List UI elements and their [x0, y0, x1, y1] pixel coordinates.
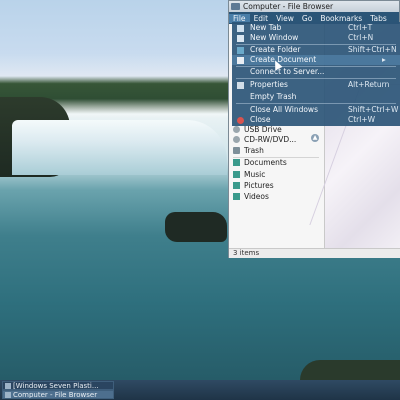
- file-menu-dropdown: New Tab Ctrl+T New Window Ctrl+N Create …: [232, 22, 400, 126]
- menu-item-label: Create Document: [250, 55, 317, 64]
- sidebar-item-label: Music: [244, 170, 266, 179]
- computer-icon: [231, 3, 240, 10]
- menu-item-new-window[interactable]: New Window Ctrl+N: [232, 33, 400, 43]
- sidebar-item-trash[interactable]: Trash: [233, 145, 264, 156]
- sidebar-item-label: Videos: [244, 192, 269, 201]
- folder-icon: [233, 171, 240, 178]
- properties-icon: [237, 81, 244, 89]
- close-icon: [237, 116, 244, 124]
- sidebar-item-label: USB Drive: [244, 125, 282, 134]
- folder-icon: [233, 182, 240, 189]
- sidebar-item-cd-drive[interactable]: CD-RW/DVD... ▲: [233, 134, 319, 145]
- bottom-panel: [Windows Seven Plasti... Computer - File…: [0, 380, 400, 400]
- menu-item-connect-to-server[interactable]: Connect to Server...: [232, 67, 400, 77]
- menu-item-accel: Alt+Return: [348, 80, 390, 89]
- sidebar-item-pictures[interactable]: Pictures: [233, 180, 274, 191]
- taskbar-item-label: [Windows Seven Plasti...: [13, 382, 99, 390]
- taskbar-item-file-browser[interactable]: Computer - File Browser: [2, 390, 114, 399]
- window-titlebar[interactable]: Computer - File Browser: [229, 1, 399, 12]
- menu-item-label: New Tab: [250, 23, 282, 32]
- taskbar-item-label: Computer - File Browser: [13, 391, 98, 399]
- new-tab-icon: [237, 24, 244, 32]
- menu-item-new-tab[interactable]: New Tab Ctrl+T: [232, 23, 400, 33]
- eject-icon[interactable]: ▲: [311, 134, 319, 142]
- menu-item-create-folder[interactable]: Create Folder Shift+Ctrl+N: [232, 45, 400, 55]
- folder-icon: [233, 159, 240, 166]
- folder-icon: [233, 193, 240, 200]
- menu-item-accel: Ctrl+W: [348, 115, 376, 124]
- menu-separator: [236, 103, 396, 104]
- wallpaper-waterfall: [12, 120, 227, 175]
- menu-item-label: Create Folder: [250, 45, 301, 54]
- menu-separator: [236, 78, 396, 79]
- menu-item-label: Connect to Server...: [250, 67, 325, 76]
- menu-item-label: Empty Trash: [250, 92, 297, 101]
- menu-item-accel: Shift+Ctrl+N: [348, 45, 397, 54]
- taskbar-item-windows-seven[interactable]: [Windows Seven Plasti...: [2, 381, 114, 390]
- sidebar-item-documents[interactable]: Documents: [233, 157, 287, 168]
- sidebar-item-label: CD-RW/DVD...: [244, 135, 297, 144]
- wallpaper-shore: [300, 360, 400, 380]
- menu-item-close-all-windows[interactable]: Close All Windows Shift+Ctrl+W: [232, 105, 400, 115]
- sidebar-item-music[interactable]: Music: [233, 169, 265, 180]
- wallpaper-rocks: [165, 212, 227, 242]
- menu-item-empty-trash[interactable]: Empty Trash: [232, 92, 400, 102]
- menu-item-label: Properties: [250, 80, 288, 89]
- menu-item-label: Close All Windows: [250, 105, 318, 114]
- cd-drive-icon: [233, 136, 240, 143]
- menu-item-accel: Ctrl+N: [348, 33, 374, 42]
- menu-item-label: Close: [250, 115, 271, 124]
- sidebar-item-videos[interactable]: Videos: [233, 191, 269, 202]
- computer-icon: [5, 392, 11, 398]
- menu-item-label: New Window: [250, 33, 299, 42]
- menu-item-accel: Shift+Ctrl+W: [348, 105, 399, 114]
- window-title: Computer - File Browser: [243, 2, 334, 11]
- sidebar-item-label: Trash: [244, 146, 264, 155]
- menu-item-create-document[interactable]: Create Document ▸: [232, 55, 400, 65]
- submenu-arrow-icon: ▸: [382, 55, 386, 64]
- folder-add-icon: [237, 46, 244, 54]
- menu-item-properties[interactable]: Properties Alt+Return: [232, 80, 400, 90]
- sidebar-item-label: Documents: [244, 158, 287, 167]
- status-bar: 3 items: [229, 248, 400, 258]
- document-icon: [237, 56, 244, 64]
- window-icon: [5, 383, 11, 389]
- new-window-icon: [237, 34, 244, 42]
- trash-icon: [233, 147, 240, 154]
- usb-drive-icon: [233, 126, 240, 133]
- menu-item-close[interactable]: Close Ctrl+W: [232, 115, 400, 125]
- menu-item-accel: Ctrl+T: [348, 23, 373, 32]
- sidebar-item-label: Pictures: [244, 181, 274, 190]
